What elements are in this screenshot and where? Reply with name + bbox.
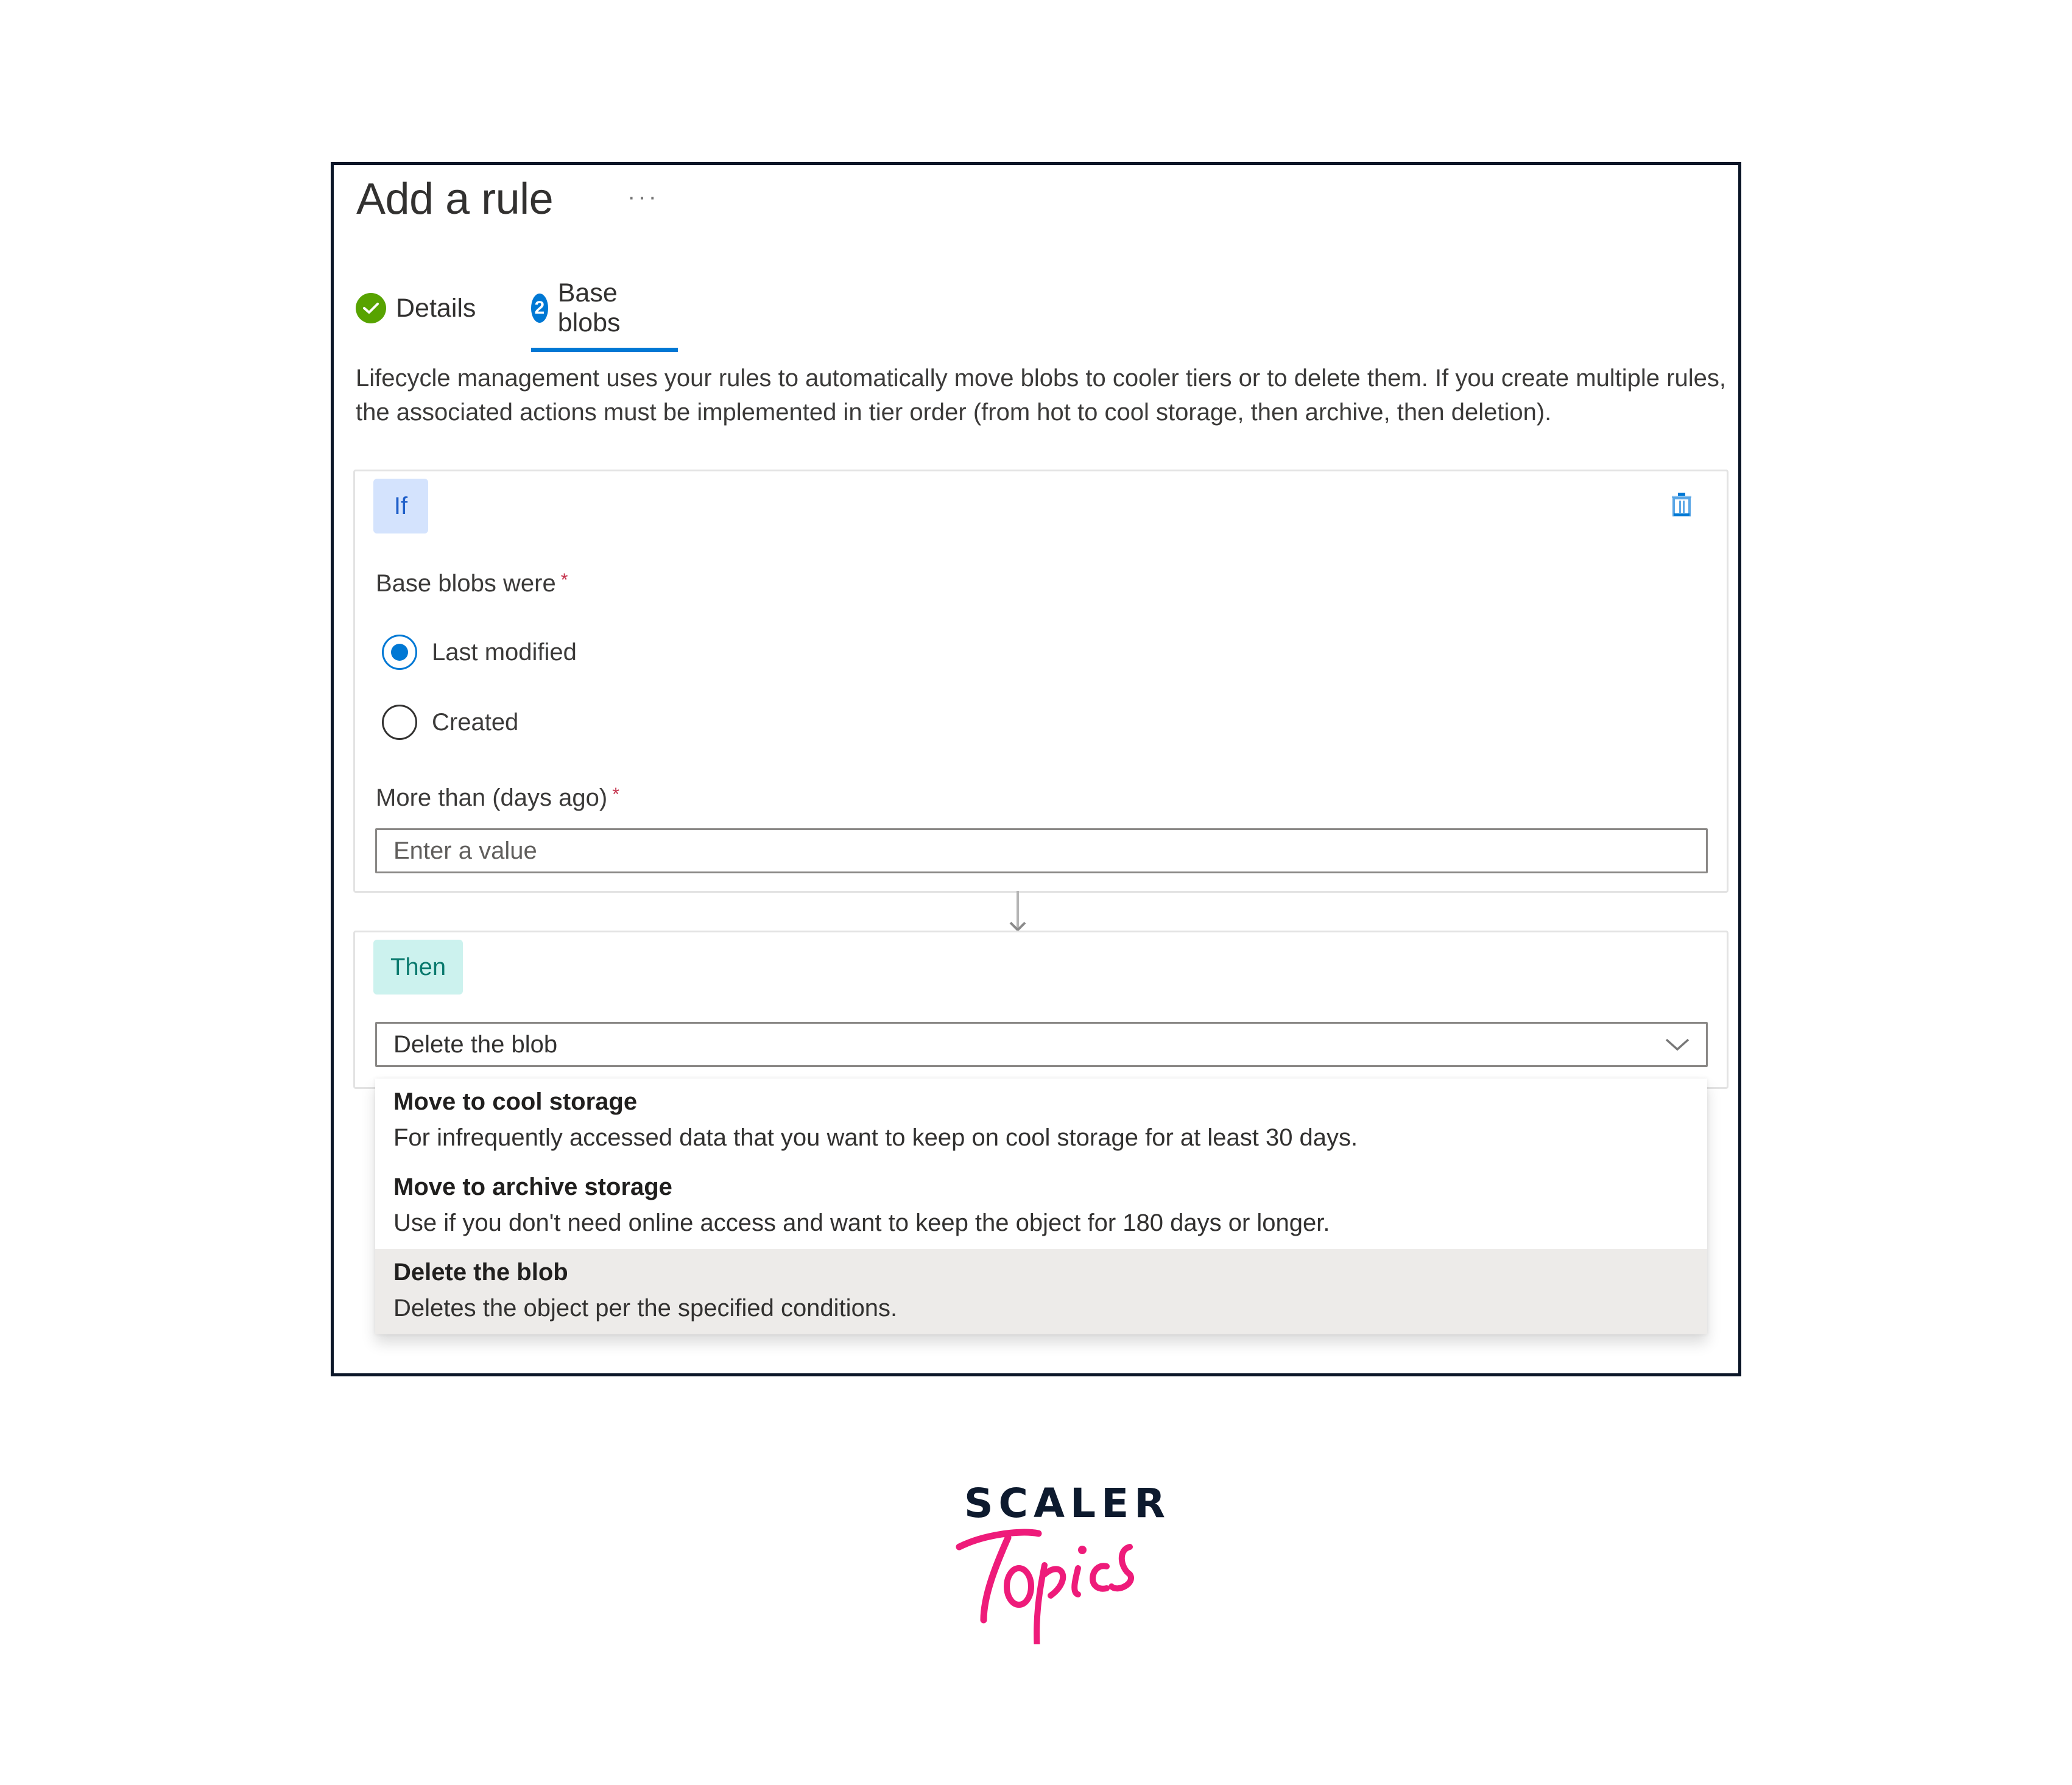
radio-created[interactable]: Created: [382, 705, 518, 740]
tab-details-label: Details: [396, 293, 476, 323]
tab-details[interactable]: Details: [356, 287, 476, 329]
days-ago-text: More than (days ago): [376, 784, 608, 811]
option-title: Move to cool storage: [393, 1088, 638, 1115]
more-options-button[interactable]: ···: [627, 178, 659, 215]
logo-topics-script: [956, 1529, 1134, 1644]
action-select[interactable]: Delete the blob: [375, 1022, 1708, 1067]
then-badge: Then: [373, 940, 463, 995]
action-select-value: Delete the blob: [393, 1030, 558, 1058]
step-number-badge: 2: [531, 294, 548, 323]
check-icon: [356, 293, 386, 323]
option-description: Deletes the object per the specified con…: [393, 1295, 898, 1322]
tab-base-blobs-label: Base blobs: [557, 278, 621, 337]
then-action-card: Then Delete the blob: [353, 931, 1728, 1089]
logo-scaler-text: SCALER: [964, 1480, 1171, 1527]
radio-last-modified[interactable]: Last modified: [382, 635, 577, 670]
option-description: Use if you don't need online access and …: [393, 1209, 1330, 1236]
if-condition-card: If Base blobs were * Last modified Create…: [353, 470, 1728, 893]
description-text: Lifecycle management uses your rules to …: [356, 365, 1726, 426]
option-move-to-cool-storage[interactable]: Move to cool storage For infrequently ac…: [375, 1079, 1707, 1164]
base-blobs-were-label: Base blobs were *: [376, 570, 568, 597]
required-marker: *: [612, 784, 619, 804]
page-title: Add a rule: [356, 175, 554, 224]
option-move-to-archive-storage[interactable]: Move to archive storage Use if you don't…: [375, 1164, 1707, 1249]
radio-label: Last modified: [432, 638, 577, 666]
option-description: For infrequently accessed data that you …: [393, 1124, 1358, 1151]
trash-icon[interactable]: [1671, 492, 1693, 516]
scaler-topics-logo: SCALER: [947, 1480, 1165, 1644]
base-blobs-were-text: Base blobs were: [376, 570, 556, 597]
action-dropdown-list: Move to cool storage For infrequently ac…: [375, 1079, 1707, 1334]
days-ago-label: More than (days ago) *: [376, 784, 619, 812]
option-title: Move to archive storage: [393, 1174, 672, 1200]
active-tab-indicator: [531, 348, 678, 352]
option-title: Delete the blob: [393, 1259, 568, 1286]
tab-base-blobs[interactable]: 2 Base blobs: [531, 278, 633, 337]
radio-button-unchecked[interactable]: [382, 705, 417, 740]
radio-label: Created: [432, 708, 519, 736]
option-delete-the-blob[interactable]: Delete the blob Deletes the object per t…: [375, 1249, 1707, 1334]
if-badge: If: [373, 479, 428, 533]
required-marker: *: [560, 570, 568, 590]
radio-button-checked[interactable]: [382, 635, 417, 670]
days-ago-input[interactable]: [375, 828, 1708, 873]
chevron-down-icon: [1665, 1038, 1690, 1051]
flow-arrow-icon: [1009, 891, 1026, 932]
